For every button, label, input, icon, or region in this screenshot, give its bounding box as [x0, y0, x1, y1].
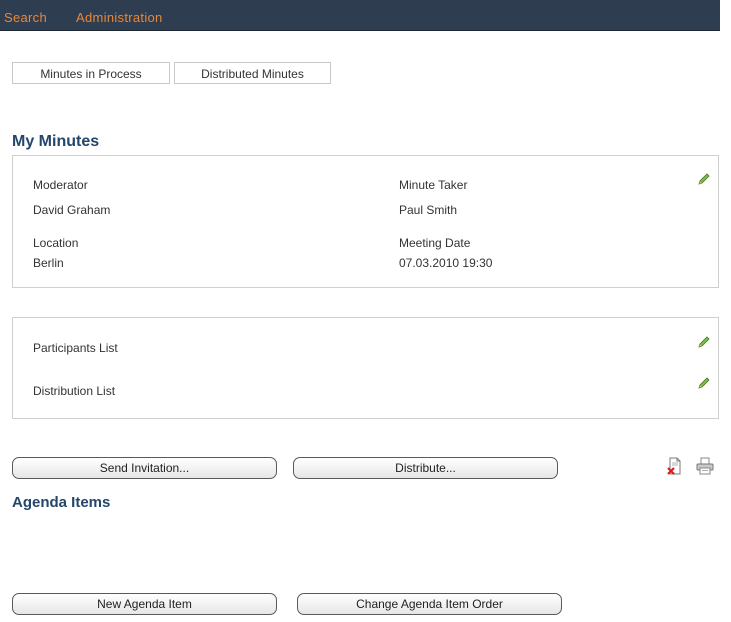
minute-taker-label: Minute Taker [399, 178, 468, 192]
nav-search-link[interactable]: Search [4, 10, 47, 25]
tab-distributed-minutes[interactable]: Distributed Minutes [174, 62, 331, 84]
meeting-date-label: Meeting Date [399, 236, 471, 250]
agenda-items-heading: Agenda Items [12, 494, 111, 511]
lists-panel: Participants List Distribution List [12, 317, 719, 419]
tab-minutes-in-process[interactable]: Minutes in Process [12, 62, 170, 84]
meeting-date-value: 07.03.2010 19:30 [399, 256, 493, 270]
send-invitation-button[interactable]: Send Invitation... [12, 457, 277, 479]
location-value: Berlin [33, 256, 64, 270]
new-agenda-item-button[interactable]: New Agenda Item [12, 593, 277, 615]
pencil-icon[interactable] [697, 376, 711, 390]
printer-icon[interactable] [696, 457, 714, 475]
pdf-delete-icon[interactable] [666, 457, 684, 475]
moderator-label: Moderator [33, 178, 88, 192]
location-label: Location [33, 236, 79, 250]
minute-taker-value: Paul Smith [399, 203, 458, 217]
pencil-icon[interactable] [697, 335, 711, 349]
moderator-value: David Graham [33, 203, 111, 217]
participants-list-label[interactable]: Participants List [33, 341, 118, 355]
nav-administration-link[interactable]: Administration [76, 10, 163, 25]
distribute-button[interactable]: Distribute... [293, 457, 558, 479]
meeting-info-panel: Moderator David Graham Location Berlin M… [12, 155, 719, 288]
pencil-icon[interactable] [697, 172, 711, 186]
distribution-list-label[interactable]: Distribution List [33, 384, 115, 398]
page-title: My Minutes [12, 133, 100, 150]
change-agenda-item-order-button[interactable]: Change Agenda Item Order [297, 593, 562, 615]
top-nav-bar: Search Administration [0, 0, 720, 31]
